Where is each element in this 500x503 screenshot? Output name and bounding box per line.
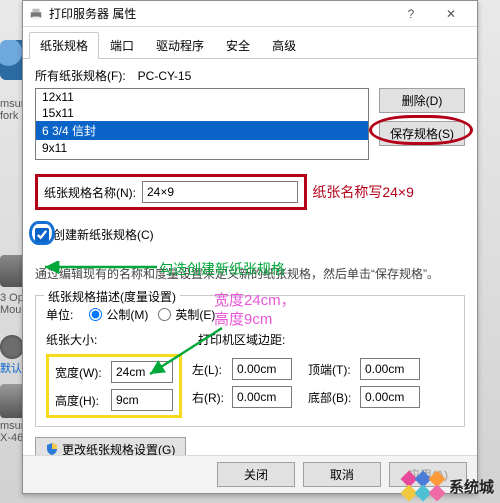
create-new-format-checkbox[interactable] [35, 228, 49, 242]
width-input[interactable] [111, 361, 173, 383]
shield-icon [46, 443, 58, 455]
watermark: 系统城 [403, 473, 494, 499]
format-description-group: 纸张规格描述(度量设置) 宽度24cm，高度9cm 单位: 公制(M) 英制(E… [35, 295, 465, 427]
groupbox-legend: 纸张规格描述(度量设置) [44, 288, 180, 305]
list-item[interactable]: 15x11 [36, 105, 368, 121]
format-name-label: 纸张规格名称(N): [44, 184, 136, 201]
bottom-margin-label: 底部(B): [308, 389, 356, 406]
watermark-text: 系统城 [449, 476, 494, 497]
save-format-button[interactable]: 保存规格(S) [379, 121, 465, 146]
cancel-button[interactable]: 取消 [303, 462, 381, 487]
tab-drivers[interactable]: 驱动程序 [145, 32, 215, 59]
right-margin-input[interactable] [232, 386, 292, 408]
tab-ports[interactable]: 端口 [99, 32, 145, 59]
top-margin-label: 顶端(T): [308, 361, 356, 378]
create-desc: 通过编辑现有的名称和度量设置来定义新的纸张规格，然后单击“保存规格”。 [35, 265, 465, 283]
help-button[interactable]: ? [391, 1, 431, 27]
top-margin-input[interactable] [360, 358, 420, 380]
print-server-properties-dialog: 打印服务器 属性 ? ✕ 纸张规格 端口 驱动程序 安全 高级 所有纸张规格(F… [22, 0, 478, 494]
format-name-input[interactable] [142, 181, 298, 203]
annotation-name-text: 纸张名称写24×9 [312, 184, 414, 200]
metric-radio[interactable]: 公制(M) [79, 306, 148, 323]
bottom-margin-input[interactable] [360, 386, 420, 408]
close-window-button[interactable]: ✕ [431, 1, 471, 27]
delete-button[interactable]: 删除(D) [379, 88, 465, 113]
all-formats-label: 所有纸张规格(F): [35, 67, 126, 84]
close-button[interactable]: 关闭 [217, 462, 295, 487]
unit-label: 单位: [46, 306, 73, 323]
formats-listbox[interactable]: 12x11 15x11 6 3/4 信封 9x11 [35, 88, 369, 160]
tab-security[interactable]: 安全 [215, 32, 261, 59]
list-item[interactable]: 9x11 [36, 140, 368, 156]
list-item[interactable]: 6 3/4 信封 [36, 121, 368, 140]
margin-area-label: 打印机区域边距: [198, 331, 285, 348]
window-title: 打印服务器 属性 [49, 5, 391, 22]
tab-advanced[interactable]: 高级 [261, 32, 307, 59]
right-margin-label: 右(R): [192, 389, 228, 406]
change-format-settings-button[interactable]: 更改纸张规格设置(G) [35, 437, 186, 455]
watermark-logo [403, 473, 443, 499]
imperial-radio[interactable]: 英制(E) [148, 306, 215, 323]
annotation-size-yellowbox: 宽度(W): 高度(H): [46, 354, 182, 418]
tab-paper-format[interactable]: 纸张规格 [29, 32, 99, 59]
printer-icon [29, 7, 43, 21]
height-label: 高度(H): [55, 392, 107, 409]
tab-content: 所有纸张规格(F): PC-CY-15 12x11 15x11 6 3/4 信封… [23, 59, 477, 455]
paper-size-label: 纸张大小: [46, 331, 198, 348]
unit-row: 单位: 公制(M) 英制(E) [46, 306, 454, 323]
tabstrip: 纸张规格 端口 驱动程序 安全 高级 [23, 27, 477, 59]
server-name: PC-CY-15 [138, 69, 192, 83]
height-input[interactable] [111, 389, 173, 411]
left-margin-input[interactable] [232, 358, 292, 380]
width-label: 宽度(W): [55, 364, 107, 381]
list-item[interactable]: 12x11 [36, 89, 368, 105]
titlebar: 打印服务器 属性 ? ✕ [23, 1, 477, 27]
left-margin-label: 左(L): [192, 361, 228, 378]
annotation-name-redbox: 纸张规格名称(N): [35, 174, 307, 210]
create-new-format-label: 创建新纸张规格(C) [53, 226, 154, 243]
